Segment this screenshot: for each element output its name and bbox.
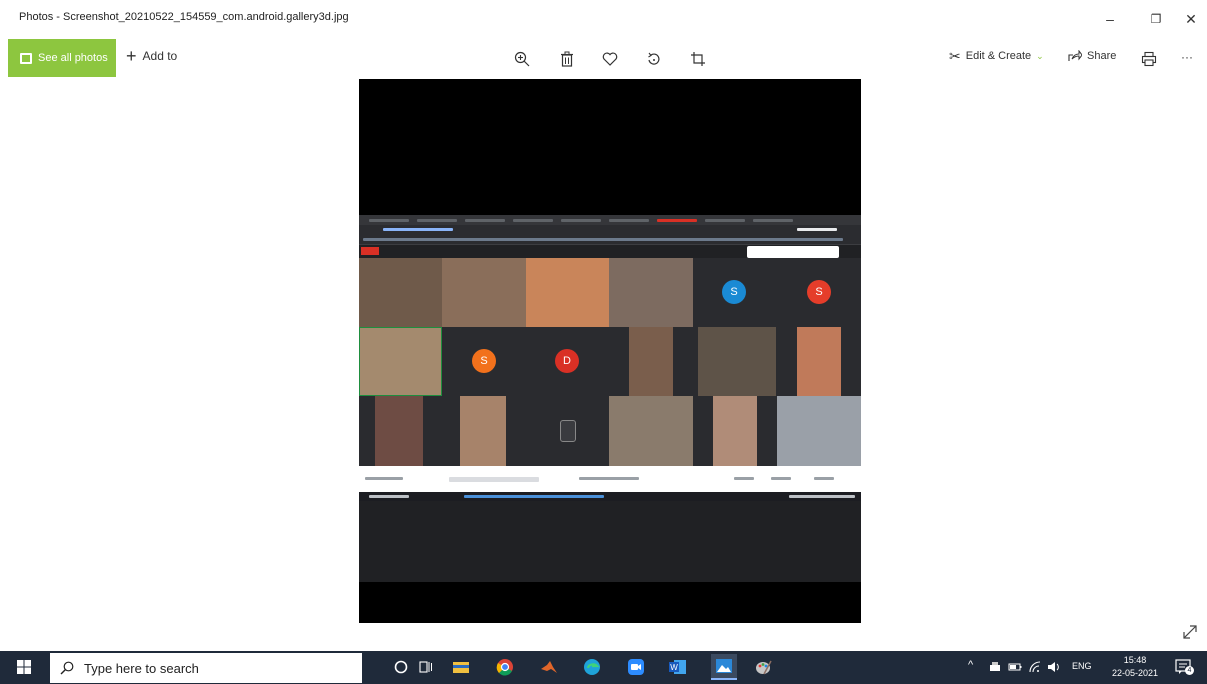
photos-toolbar: See all photos + Add to ✂ Edit & Create … — [0, 36, 1207, 80]
participant-tile-5: S — [693, 258, 777, 327]
browser-tabs-strip — [359, 215, 861, 225]
meeting-top-controls — [747, 246, 839, 258]
show-hidden-icons-chevron[interactable]: ^ — [968, 659, 973, 671]
rotate-icon[interactable] — [643, 48, 665, 70]
scissors-icon: ✂ — [949, 47, 961, 64]
participant-tile-18 — [777, 396, 861, 466]
zoom-app-icon[interactable] — [626, 657, 646, 677]
word-icon[interactable]: W — [668, 657, 688, 677]
language-indicator[interactable]: ENG — [1072, 661, 1092, 671]
network-printer-icon[interactable] — [985, 657, 1005, 677]
taskbar-search-box[interactable]: Type here to search — [50, 653, 362, 683]
participant-tile-13 — [359, 396, 442, 466]
minimize-button[interactable]: – — [1087, 6, 1133, 32]
chevron-down-icon: ⌄ — [1036, 50, 1044, 61]
clock-date: 22-05-2021 — [1111, 668, 1159, 678]
participant-tile-15 — [526, 396, 609, 466]
plus-icon: + — [126, 46, 137, 66]
photo-viewer: S S S D — [359, 79, 861, 623]
embedded-taskbar — [359, 492, 861, 501]
share-button[interactable]: Share — [1068, 50, 1116, 62]
participant-tile-1 — [359, 258, 442, 327]
photos-app-icon[interactable] — [711, 654, 737, 680]
close-button[interactable]: ✕ — [1168, 6, 1207, 32]
delete-icon[interactable] — [556, 48, 578, 70]
window-title: Photos - Screenshot_20210522_154559_com.… — [19, 11, 349, 23]
meeting-participant-grid: S S S D — [359, 258, 861, 466]
matlab-icon[interactable] — [539, 657, 559, 677]
edit-create-button[interactable]: ✂ Edit & Create ⌄ — [949, 47, 1044, 64]
photos-icon — [20, 52, 32, 64]
zoom-in-icon[interactable] — [511, 48, 533, 70]
participant-tile-12 — [777, 327, 861, 396]
participant-tile-14 — [442, 396, 526, 466]
crop-icon[interactable] — [687, 48, 709, 70]
participant-avatar: S — [807, 280, 831, 304]
participant-avatar: D — [555, 349, 579, 373]
edge-icon[interactable] — [582, 657, 602, 677]
title-bar: Photos - Screenshot_20210522_154559_com.… — [0, 0, 1207, 36]
chrome-icon[interactable] — [495, 657, 515, 677]
browser-bookmarks-bar — [359, 235, 861, 245]
cortana-icon[interactable] — [391, 657, 411, 677]
add-to-label: Add to — [142, 49, 178, 63]
edit-create-label: Edit & Create — [965, 50, 1032, 62]
participant-tile-2 — [442, 258, 526, 327]
participant-tile-16 — [609, 396, 693, 466]
share-icon — [1068, 50, 1082, 61]
browser-address-bar — [359, 225, 861, 235]
participant-tile-9: D — [526, 327, 609, 396]
add-to-button[interactable]: + Add to — [126, 46, 178, 66]
participant-tile-4 — [609, 258, 693, 327]
participant-avatar: S — [472, 349, 496, 373]
notification-count: 4 — [1185, 666, 1194, 675]
favorite-heart-icon[interactable] — [599, 48, 621, 70]
search-icon — [60, 661, 74, 675]
notifications-icon[interactable]: 4 — [1174, 657, 1194, 677]
participant-avatar: S — [722, 280, 746, 304]
print-icon[interactable] — [1138, 48, 1160, 70]
windows-start-icon[interactable] — [14, 657, 34, 677]
see-all-photos-button[interactable]: See all photos — [8, 39, 116, 77]
participant-tile-11 — [693, 327, 777, 396]
battery-icon[interactable] — [1005, 657, 1025, 677]
participant-tile-6: S — [777, 258, 861, 327]
participant-tile-7 — [359, 327, 442, 396]
share-label: Share — [1087, 50, 1117, 62]
paint-icon[interactable] — [753, 657, 773, 677]
see-all-photos-label: See all photos — [38, 52, 108, 64]
task-view-icon[interactable] — [416, 657, 436, 677]
participant-tile-3 — [526, 258, 609, 327]
volume-icon[interactable] — [1044, 657, 1064, 677]
full-screen-expand-icon[interactable] — [1180, 622, 1200, 642]
recording-badge — [361, 247, 379, 255]
search-placeholder: Type here to search — [84, 660, 199, 676]
participant-tile-17 — [693, 396, 777, 466]
more-options-button[interactable]: ··· — [1181, 50, 1193, 64]
windows-taskbar: Type here to search W ^ ENG 15:48 22-05-… — [0, 651, 1207, 684]
participant-tile-8: S — [442, 327, 526, 396]
taskbar-clock[interactable]: 15:48 22-05-2021 — [1106, 654, 1164, 680]
meeting-controls-bar — [359, 466, 861, 492]
svg-text:W: W — [670, 663, 678, 672]
participant-tile-10 — [609, 327, 693, 396]
file-explorer-icon[interactable] — [451, 657, 471, 677]
wifi-icon[interactable] — [1025, 657, 1045, 677]
clock-time: 15:48 — [1123, 655, 1147, 665]
photo-content: S S S D — [359, 215, 861, 582]
